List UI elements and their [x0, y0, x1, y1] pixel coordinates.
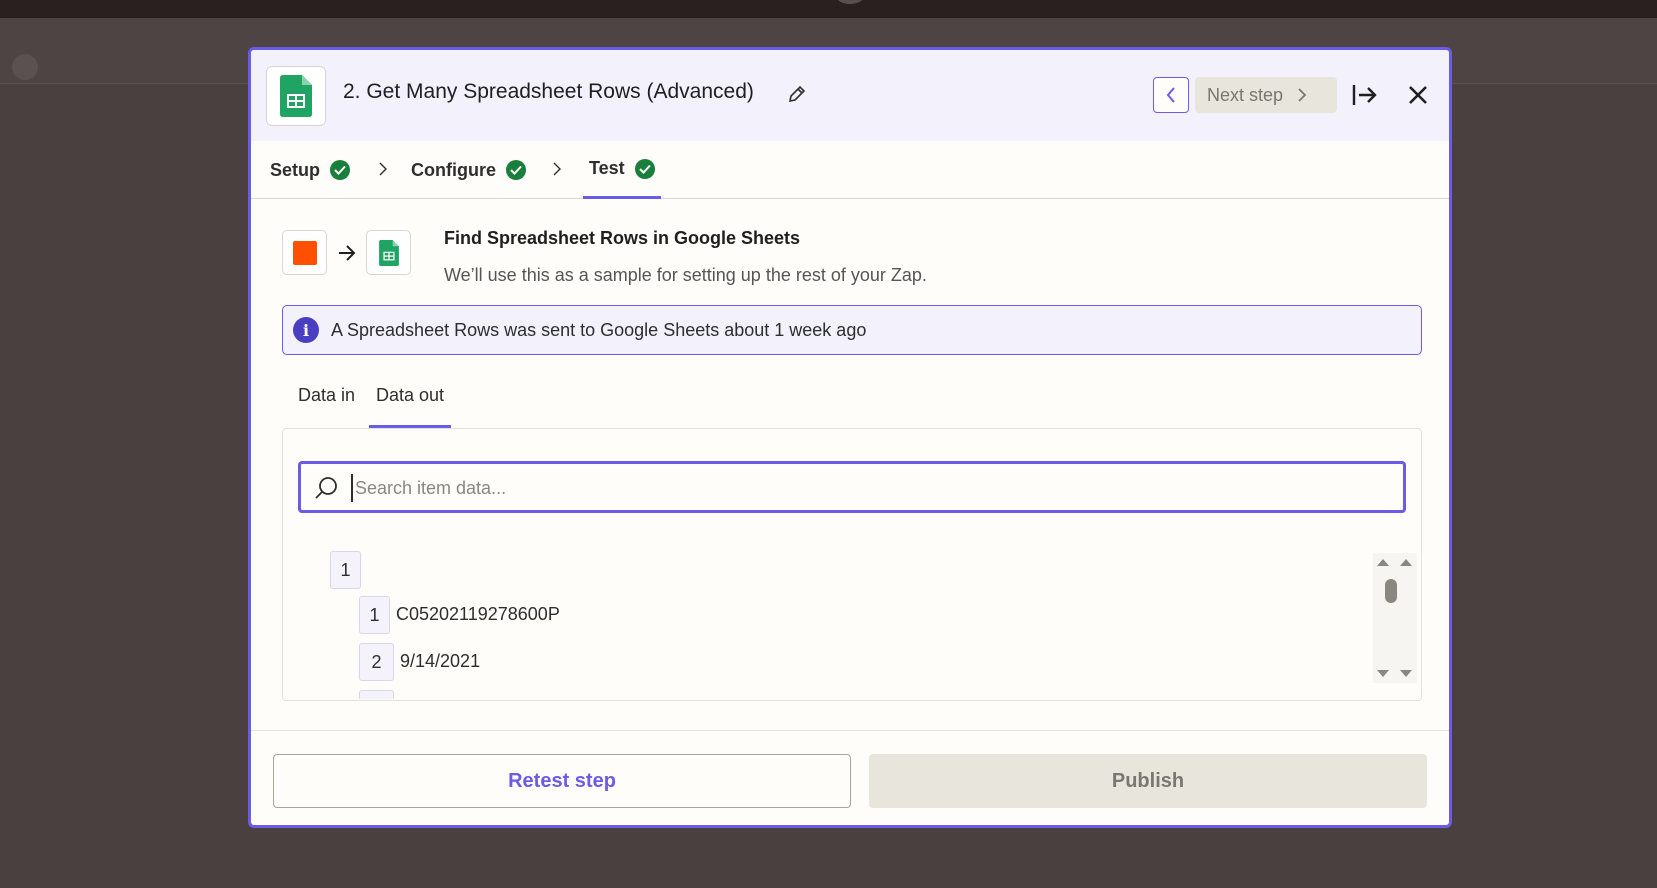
data-out-panel: 1 1 C05202119278600P 2 9/14/2021 [282, 428, 1422, 701]
scroll-down-icon[interactable] [1376, 669, 1390, 679]
search-icon [315, 477, 337, 499]
expand-panel-icon[interactable] [1351, 82, 1379, 108]
close-icon[interactable] [1406, 83, 1430, 107]
search-box [298, 461, 1406, 513]
scroll-up-icon[interactable] [1399, 557, 1413, 567]
step-tabs: Setup Configure Test [251, 141, 1449, 199]
info-icon: i [293, 317, 319, 343]
test-subheading: We’ll use this as a sample for setting u… [444, 265, 927, 285]
tree-row-value[interactable]: 9/14/2021 [400, 651, 480, 672]
previous-step-button[interactable] [1153, 77, 1189, 113]
step-modal: 2. Get Many Spreadsheet Rows (Advanced) … [248, 47, 1452, 828]
check-circle-icon [506, 160, 526, 180]
modal-footer: Retest step Publish [251, 730, 1449, 825]
check-circle-icon [634, 158, 655, 179]
zapier-trigger-icon [282, 230, 327, 275]
info-message: A Spreadsheet Rows was sent to Google Sh… [331, 319, 867, 340]
chevron-left-icon [1166, 87, 1175, 103]
topbar-avatar [836, 0, 864, 4]
tree-row-index[interactable] [359, 690, 394, 699]
check-circle-icon [330, 160, 351, 180]
tree-root-index[interactable]: 1 [330, 551, 361, 589]
tab-setup[interactable]: Setup [270, 141, 351, 199]
arrow-right-icon [339, 245, 356, 261]
next-step-button[interactable]: Next step [1195, 77, 1337, 113]
tree-row-index-label: 1 [369, 604, 380, 625]
tab-configure-label: Configure [411, 159, 496, 180]
modal-header: 2. Get Many Spreadsheet Rows (Advanced) … [251, 50, 1449, 141]
tree-row-index[interactable]: 2 [359, 643, 394, 681]
search-input[interactable] [351, 474, 1351, 502]
tree-row-value[interactable]: C05202119278600P [396, 604, 560, 625]
item-data-tree: 1 1 C05202119278600P 2 9/14/2021 [283, 539, 1373, 699]
modal-title: 2. Get Many Spreadsheet Rows (Advanced) [343, 80, 754, 103]
tab-data-out[interactable]: Data out [369, 385, 452, 428]
test-heading: Find Spreadsheet Rows in Google Sheets [444, 228, 801, 248]
next-step-label: Next step [1207, 84, 1284, 105]
tab-data-in-label: Data in [298, 385, 356, 405]
tree-row-index[interactable]: 1 [359, 596, 390, 634]
chevron-right-icon [553, 162, 561, 176]
google-sheets-icon [366, 230, 411, 275]
zapier-square-icon [292, 240, 317, 265]
scroll-up-icon[interactable] [1376, 557, 1390, 567]
chevron-right-icon [379, 162, 387, 176]
scroll-down-icon[interactable] [1399, 669, 1413, 679]
background-avatar [12, 54, 38, 80]
tab-setup-label: Setup [270, 159, 321, 180]
publish-button[interactable]: Publish [869, 754, 1427, 808]
tab-data-in[interactable]: Data in [291, 385, 362, 425]
tree-root-index-label: 1 [340, 559, 351, 580]
tab-data-out-label: Data out [376, 385, 445, 405]
tree-row-index-label: 2 [371, 651, 382, 672]
tab-test[interactable]: Test [583, 141, 661, 199]
chevron-right-icon [1298, 88, 1307, 102]
tab-test-label: Test [589, 158, 625, 178]
pencil-icon[interactable] [787, 84, 807, 104]
app-topbar [0, 0, 1657, 18]
info-banner: i A Spreadsheet Rows was sent to Google … [282, 305, 1422, 355]
tab-configure[interactable]: Configure [411, 141, 526, 199]
scroll-thumb[interactable] [1385, 579, 1397, 603]
retest-step-button[interactable]: Retest step [273, 754, 851, 808]
scrollbar[interactable] [1373, 553, 1417, 683]
google-sheets-icon [266, 66, 326, 126]
